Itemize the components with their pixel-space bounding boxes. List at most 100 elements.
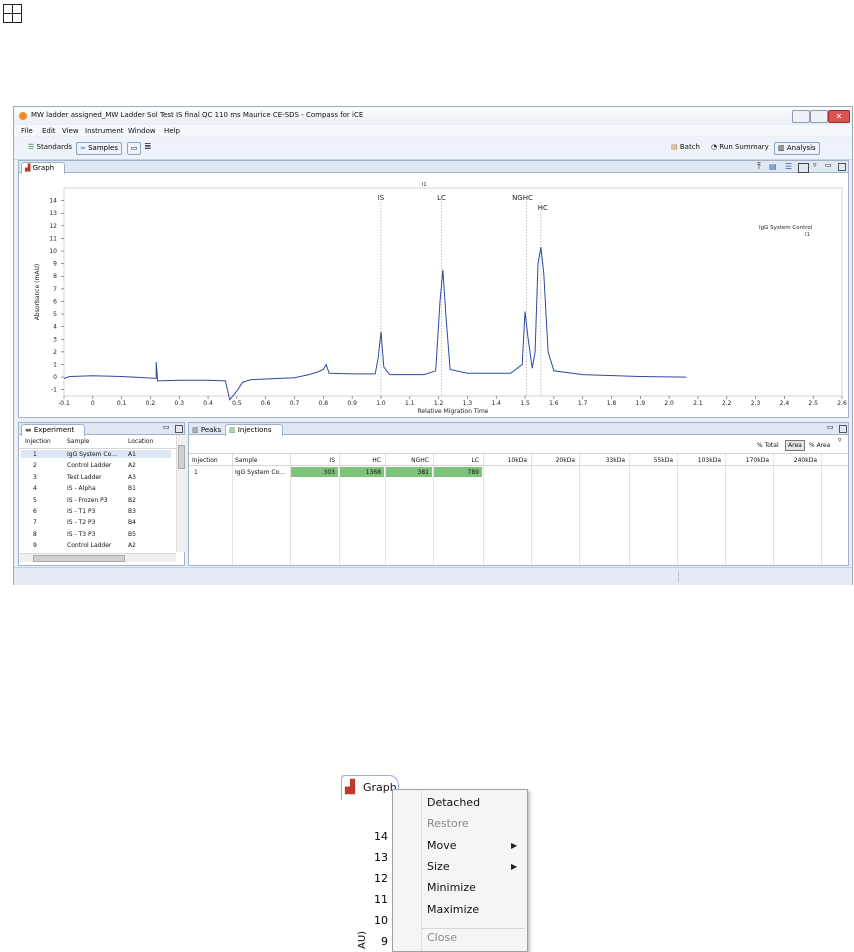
overlay-view-icon[interactable]: ☰ bbox=[785, 162, 792, 171]
run-summary-button[interactable]: ◔ Run Summary bbox=[711, 143, 769, 151]
tab-peaks[interactable]: ▥ Peaks bbox=[192, 426, 221, 434]
y-tick-label: 13 bbox=[49, 210, 57, 217]
menu-view[interactable]: View bbox=[62, 127, 79, 135]
y-tick-label: 5 bbox=[53, 311, 57, 318]
inset-tick-13: 13 bbox=[374, 851, 388, 864]
menu-item-close[interactable]: Close bbox=[393, 930, 527, 946]
x-tick-label: 2.2 bbox=[722, 400, 732, 407]
experiment-row[interactable]: 1 IgG System Co... A1 bbox=[19, 449, 176, 460]
app-logo-icon bbox=[19, 112, 27, 120]
view-menu-icon[interactable]: ▿ bbox=[813, 161, 817, 169]
maximize-experiment-icon[interactable] bbox=[175, 425, 183, 433]
experiment-row[interactable]: 2 Control Ladder A2 bbox=[19, 460, 176, 471]
experiment-row[interactable]: 5 IS - Frozen P3 B2 bbox=[19, 495, 176, 506]
menu-item-detached[interactable]: Detached bbox=[393, 795, 527, 811]
zoomed-graph-inset: ▟ Graph 14 13 12 11 10 9 AU) bbox=[341, 775, 399, 950]
injections-col-header[interactable]: IS bbox=[329, 457, 335, 464]
injections-col-header[interactable]: 55kDa bbox=[654, 457, 673, 464]
menu-window[interactable]: Window bbox=[128, 127, 156, 135]
injections-col-header[interactable]: NGHC bbox=[411, 457, 429, 464]
experiment-row[interactable]: 6 IS - T1 P3 B3 bbox=[19, 506, 176, 517]
injections-cell[interactable]: 381 bbox=[418, 469, 429, 476]
mode-percent-area[interactable]: % Area bbox=[809, 442, 830, 449]
y-tick-label: 14 bbox=[49, 198, 57, 205]
menu-item-maximize[interactable]: Maximize bbox=[393, 902, 527, 918]
y-tick-label: 2 bbox=[53, 349, 57, 356]
injections-cell[interactable]: 789 bbox=[468, 469, 479, 476]
injections-col-header[interactable]: 33kDa bbox=[606, 457, 625, 464]
inset-tab-graph[interactable]: ▟ Graph bbox=[341, 775, 399, 800]
samples-button[interactable]: ≈ Samples bbox=[76, 142, 123, 155]
submenu-arrow-icon: ▶ bbox=[511, 862, 518, 871]
mode-dropdown-icon[interactable]: ▿ bbox=[838, 436, 842, 444]
electropherogram: -101234567891011121314-0.1 0 0.1 0.2 0.3 0.4 0… bbox=[34, 182, 847, 415]
batch-icon: ▤ bbox=[671, 143, 678, 151]
close-window-button[interactable]: ✕ bbox=[828, 110, 850, 123]
tab-injections[interactable]: ▥ Injections bbox=[225, 424, 283, 436]
single-trace-icon[interactable] bbox=[798, 163, 809, 173]
experiment-cell-sample: Test Ladder bbox=[67, 473, 102, 481]
experiment-row[interactable]: 3 Test Ladder A3 bbox=[19, 472, 176, 483]
injections-col-header[interactable]: Injection bbox=[192, 457, 218, 464]
minimize-experiment-icon[interactable]: ▭ bbox=[163, 423, 170, 431]
maximize-injections-icon[interactable] bbox=[839, 425, 847, 433]
x-tick-label: 1.9 bbox=[636, 400, 646, 407]
menu-item-restore[interactable]: Restore bbox=[393, 816, 527, 832]
tab-experiment-label: Experiment bbox=[33, 426, 75, 434]
legend-toggle-icon[interactable]: ▤ bbox=[769, 162, 777, 171]
injections-header-divider bbox=[189, 465, 848, 466]
batch-label: Batch bbox=[679, 143, 700, 151]
y-axis-label: Absorbance (mAU) bbox=[34, 264, 41, 320]
menu-item-size[interactable]: Size ▶ bbox=[393, 859, 527, 875]
single-view-button[interactable]: ▭ bbox=[127, 142, 141, 155]
injections-col-header[interactable]: 20kDa bbox=[556, 457, 575, 464]
minimize-injections-icon[interactable]: ▭ bbox=[827, 423, 834, 431]
peak-marker-label: LC bbox=[437, 194, 446, 202]
standards-button[interactable]: ☰ Standards bbox=[28, 143, 72, 151]
injections-col-header[interactable]: 240kDa bbox=[794, 457, 817, 464]
menu-item-move[interactable]: Move ▶ bbox=[393, 838, 527, 854]
export-icon[interactable]: ⤒ bbox=[757, 162, 761, 172]
experiment-row[interactable]: 4 IS - Alpha B1 bbox=[19, 483, 176, 494]
experiment-col-location[interactable]: Location bbox=[128, 438, 153, 445]
minimize-panel-icon[interactable]: ▭ bbox=[825, 161, 832, 169]
experiment-row[interactable]: 9 Control Ladder A2 bbox=[19, 540, 176, 551]
experiment-vscrollbar[interactable] bbox=[176, 435, 185, 552]
hscroll-thumb[interactable] bbox=[33, 555, 125, 562]
injections-cell[interactable]: 1 bbox=[194, 469, 198, 476]
maximize-panel-icon[interactable] bbox=[838, 163, 846, 171]
experiment-col-sample[interactable]: Sample bbox=[67, 438, 90, 445]
experiment-row[interactable]: 8 IS - T3 P3 B5 bbox=[19, 529, 176, 540]
injections-col-header[interactable]: Sample bbox=[235, 457, 258, 464]
injections-col-header[interactable]: HC bbox=[372, 457, 381, 464]
injections-cell[interactable]: IgG System Co... bbox=[235, 469, 285, 476]
injections-col-header[interactable]: LC bbox=[471, 457, 479, 464]
grid-expand-icon[interactable] bbox=[3, 4, 22, 23]
maximize-window-button[interactable] bbox=[810, 110, 828, 123]
vscroll-thumb[interactable] bbox=[178, 445, 185, 469]
minimize-window-button[interactable] bbox=[792, 110, 810, 123]
mode-percent-total[interactable]: % Total bbox=[757, 442, 779, 449]
tab-peaks-label: Peaks bbox=[200, 426, 222, 434]
injections-col-header[interactable]: 170kDa bbox=[746, 457, 769, 464]
menu-edit[interactable]: Edit bbox=[42, 127, 56, 135]
experiment-row[interactable]: 7 IS - T2 P3 B4 bbox=[19, 517, 176, 528]
experiment-col-injection[interactable]: Injection bbox=[25, 438, 51, 445]
injections-col-header[interactable]: 103kDa bbox=[698, 457, 721, 464]
experiment-cell-injection: 6 bbox=[33, 508, 37, 515]
menu-item-minimize[interactable]: Minimize bbox=[393, 880, 527, 896]
experiment-hscrollbar[interactable] bbox=[19, 553, 176, 562]
menu-file[interactable]: File bbox=[21, 127, 33, 135]
peak-marker-label: IS bbox=[378, 194, 385, 202]
injections-cell[interactable]: 303 bbox=[324, 469, 335, 476]
list-view-button[interactable]: ≣ bbox=[144, 142, 152, 152]
analysis-button[interactable]: ▥ Analysis bbox=[774, 142, 820, 155]
menu-instrument[interactable]: Instrument bbox=[85, 127, 124, 135]
injections-cell[interactable]: 1368 bbox=[366, 469, 381, 476]
mode-area[interactable]: Area bbox=[785, 440, 805, 451]
menu-help[interactable]: Help bbox=[164, 127, 180, 135]
batch-button[interactable]: ▤ Batch bbox=[671, 143, 700, 151]
x-axis-label: Relative Migration Time bbox=[418, 408, 489, 415]
injections-col-header[interactable]: 10kDa bbox=[508, 457, 527, 464]
inset-tick-9: 9 bbox=[381, 935, 388, 948]
